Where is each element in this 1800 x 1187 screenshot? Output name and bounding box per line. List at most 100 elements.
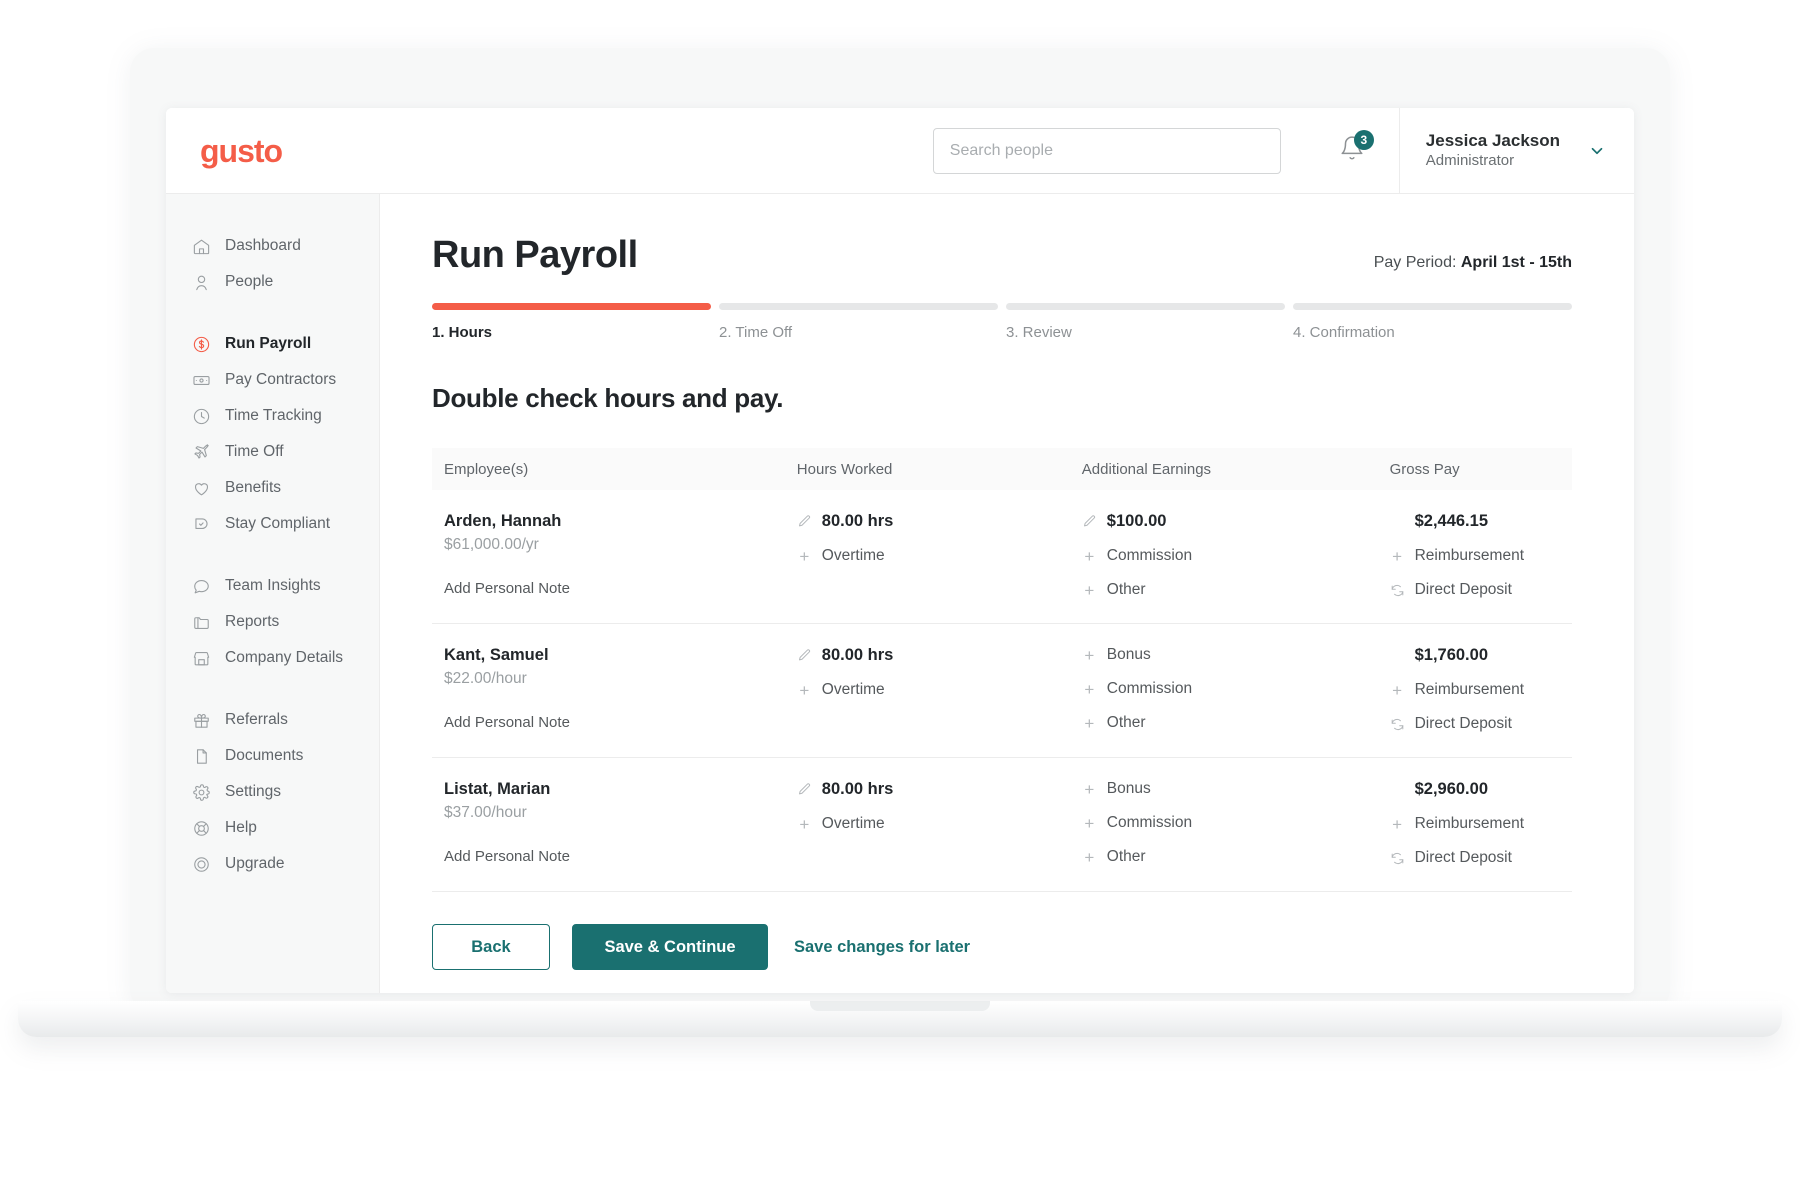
plus-icon: + [1392, 546, 1403, 566]
airplane-icon [192, 443, 211, 462]
add-reimbursement-row[interactable]: + Reimbursement [1390, 547, 1572, 565]
hours-value-row[interactable]: 80.00 hrs [797, 512, 1082, 531]
brand-logo[interactable]: gusto [166, 135, 380, 167]
back-button[interactable]: Back [432, 924, 550, 970]
plus-icon: + [1392, 814, 1403, 834]
bonus-label: Bonus [1106, 780, 1151, 797]
pencil-icon [797, 648, 812, 663]
hours-value-row[interactable]: 80.00 hrs [797, 780, 1082, 799]
sidebar-item-label: Help [225, 819, 257, 836]
add-personal-note-link[interactable]: Add Personal Note [444, 848, 797, 865]
column-header-employees: Employee(s) [444, 460, 529, 478]
sidebar-item-dashboard[interactable]: Dashboard [166, 228, 379, 264]
sidebar-item-settings[interactable]: Settings [166, 774, 379, 810]
sidebar-item-reports[interactable]: Reports [166, 604, 379, 640]
hours-value-row[interactable]: 80.00 hrs [797, 646, 1082, 665]
add-reimbursement-row[interactable]: + Reimbursement [1390, 681, 1572, 699]
user-menu[interactable]: Jessica Jackson Administrator [1398, 108, 1634, 194]
column-header-gross-pay: Gross Pay [1389, 460, 1460, 478]
step-label: 1. Hours [432, 324, 493, 341]
direct-deposit-row[interactable]: Direct Deposit [1390, 715, 1572, 733]
pencil-icon [797, 782, 812, 797]
gusto-app-window: gusto 3 Jessica Jackson Administrator [166, 108, 1634, 993]
step-4[interactable]: 4. Confirmation [1293, 303, 1572, 341]
employee-name: Arden, Hannah [444, 512, 562, 530]
gross-pay-value: $2,446.15 [1414, 512, 1488, 530]
add-overtime-row[interactable]: + Overtime [797, 547, 1082, 565]
chat-bubble-icon [192, 577, 211, 596]
overtime-label: Overtime [821, 547, 885, 564]
document-icon [192, 747, 211, 766]
add-reimbursement-row[interactable]: + Reimbursement [1390, 815, 1572, 833]
add-other-row[interactable]: + Other [1082, 848, 1390, 866]
step-1[interactable]: 1. Hours [432, 303, 711, 341]
plus-icon: + [1084, 580, 1095, 600]
add-commission-row[interactable]: + Commission [1082, 814, 1390, 832]
add-personal-note-link[interactable]: Add Personal Note [444, 714, 797, 731]
sidebar-item-label: Time Off [225, 443, 284, 460]
sidebar-item-time-off[interactable]: Time Off [166, 434, 379, 470]
sidebar-item-benefits[interactable]: Benefits [166, 470, 379, 506]
table-row: Kant, Samuel $22.00/hour Add Personal Note… [432, 624, 1572, 758]
add-other-row[interactable]: + Other [1082, 714, 1390, 732]
sidebar-item-company-details[interactable]: Company Details [166, 640, 379, 676]
add-personal-note-link[interactable]: Add Personal Note [444, 580, 797, 597]
sidebar-item-label: Time Tracking [225, 407, 322, 424]
employee-cell: Kant, Samuel $22.00/hour Add Personal Note [432, 646, 797, 733]
sidebar-item-label: Documents [225, 747, 304, 764]
sidebar-item-stay-compliant[interactable]: Stay Compliant [166, 506, 379, 542]
gross-pay-cell: $2,960.00 + Reimbursement Direct Deposit [1390, 780, 1572, 867]
direct-deposit-row[interactable]: Direct Deposit [1390, 849, 1572, 867]
hours-worked-cell: 80.00 hrs + Overtime [797, 646, 1082, 733]
table-row: Listat, Marian $37.00/hour Add Personal No… [432, 758, 1572, 892]
hours-value: 80.00 hrs [821, 780, 894, 798]
sidebar-item-label: Run Payroll [225, 335, 312, 352]
sidebar-item-upgrade[interactable]: Upgrade [166, 846, 379, 882]
search-input[interactable] [932, 127, 1281, 174]
add-commission-row[interactable]: + Commission [1082, 680, 1390, 698]
add-other-row[interactable]: + Other [1082, 581, 1390, 599]
sidebar-item-label: Benefits [225, 479, 282, 496]
laptop-frame: gusto 3 Jessica Jackson Administrator [18, 48, 1782, 1078]
sidebar-item-label: Pay Contractors [225, 371, 337, 388]
plus-icon: + [1084, 779, 1095, 799]
sidebar-item-documents[interactable]: Documents [166, 738, 379, 774]
sidebar-item-help[interactable]: Help [166, 810, 379, 846]
add-bonus-row[interactable]: + Bonus [1082, 780, 1390, 798]
sidebar-item-referrals[interactable]: Referrals [166, 702, 379, 738]
sidebar-item-pay-contractors[interactable]: Pay Contractors [166, 362, 379, 398]
sidebar-item-run-payroll[interactable]: Run Payroll [166, 326, 379, 362]
sidebar-item-people[interactable]: People [166, 264, 379, 300]
sidebar-item-team-insights[interactable]: Team Insights [166, 568, 379, 604]
page-header: Run Payroll Pay Period: April 1st - 15th [432, 234, 1572, 277]
chevron-down-icon [1588, 142, 1606, 160]
plus-icon: + [1084, 847, 1095, 867]
earnings-amount-row[interactable]: $100.00 [1082, 512, 1390, 531]
sidebar-group-0: Dashboard People [166, 228, 379, 300]
hours-value: 80.00 hrs [821, 646, 894, 664]
gross-pay-cell: $1,760.00 + Reimbursement Direct Deposit [1390, 646, 1572, 733]
plus-icon: + [1084, 645, 1095, 665]
commission-label: Commission [1106, 814, 1193, 831]
add-commission-row[interactable]: + Commission [1082, 547, 1390, 565]
user-role: Administrator [1425, 152, 1515, 170]
add-overtime-row[interactable]: + Overtime [797, 815, 1082, 833]
save-changes-for-later-link[interactable]: Save changes for later [790, 938, 974, 957]
notifications-button[interactable]: 3 [1329, 128, 1375, 174]
table-header-row: Employee(s) Hours Worked Additional Earn… [432, 448, 1572, 490]
step-3[interactable]: 3. Review [1006, 303, 1285, 341]
sidebar-item-time-tracking[interactable]: Time Tracking [166, 398, 379, 434]
add-overtime-row[interactable]: + Overtime [797, 681, 1082, 699]
user-name: Jessica Jackson [1425, 131, 1560, 151]
save-and-continue-button[interactable]: Save & Continue [572, 924, 768, 970]
pencil-icon [1082, 514, 1097, 529]
plus-icon: + [1084, 546, 1095, 566]
plus-icon: + [799, 814, 810, 834]
sidebar-item-label: Dashboard [225, 237, 301, 254]
sidebar-item-label: Team Insights [225, 577, 321, 594]
add-bonus-row[interactable]: + Bonus [1082, 646, 1390, 664]
step-2[interactable]: 2. Time Off [719, 303, 998, 341]
step-progress-bar [719, 303, 998, 310]
plus-icon: + [1084, 713, 1095, 733]
direct-deposit-row[interactable]: Direct Deposit [1390, 581, 1572, 599]
